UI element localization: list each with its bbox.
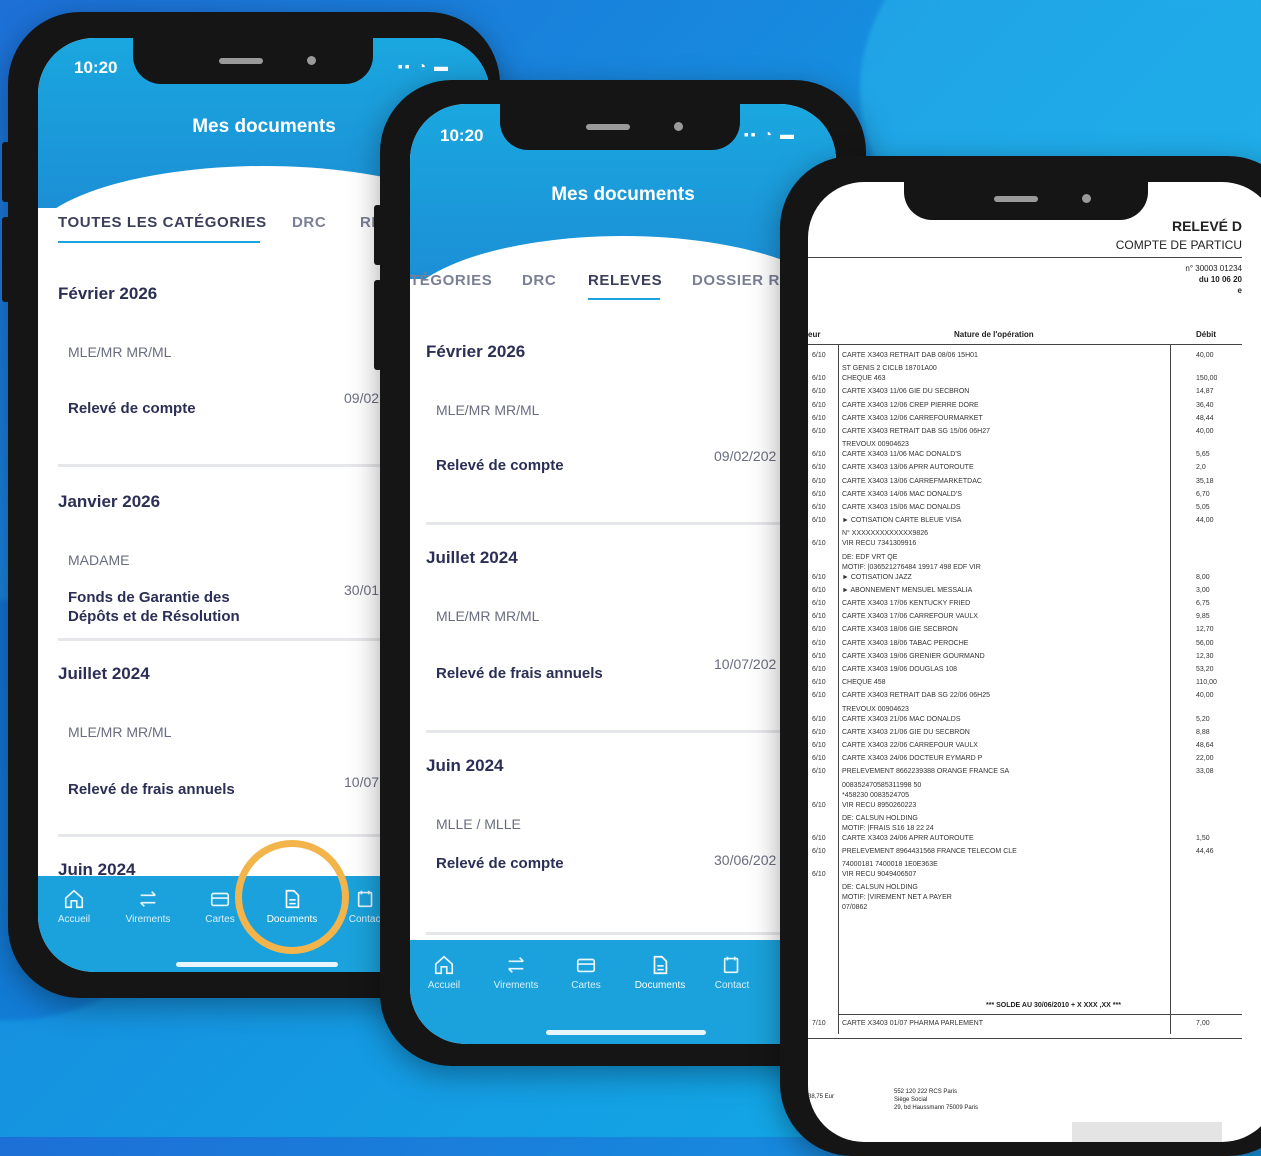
header-rule [808,257,1242,258]
month-heading: Février 2026 [426,342,526,361]
column-nature: Nature de l'opération [954,330,1034,339]
tab-dossier[interactable]: DOSSIER R [692,272,780,289]
divider [426,730,836,733]
phone-notch [500,104,740,150]
month-heading: Juin 2024 [426,756,504,775]
table-rule [808,1038,1242,1039]
nav-contact[interactable]: Contact [710,954,754,991]
statement-period-tail: e [1237,286,1242,295]
status-time: 10:20 [74,58,118,77]
nav-virements[interactable]: Virements [118,888,178,925]
nav-cartes[interactable]: Cartes [564,954,608,991]
document-date: 30/06/202 [714,852,777,868]
page-title: Mes documents [551,184,695,205]
table-rule [808,344,1242,345]
nav-label: Cartes [205,914,235,925]
contact-icon [357,890,373,908]
document-title[interactable]: Relevé de compte [68,399,308,418]
nav-label: Virements [125,914,171,925]
nav-label: Accueil [57,914,91,925]
document-title[interactable]: Relevé de compte [436,456,666,475]
column-date: eur [808,330,821,339]
transfer-icon [508,957,524,973]
footer-amount: 38,75 Eur [808,1094,835,1100]
nav-label: Contact [714,980,750,991]
month-heading: Juillet 2024 [58,664,150,683]
phone-side-button [374,280,382,370]
statement-subtitle: COMPTE DE PARTICU [1115,238,1242,252]
tab-all-categories[interactable]: TOUTES LES CATÉGORIES [58,214,267,231]
home-icon [64,889,84,909]
column-debit: Débit [1196,330,1216,339]
tab-active-indicator [588,298,660,300]
phone-side-button [2,217,10,302]
card-icon [210,892,230,907]
table-col-line [838,344,839,1034]
nav-documents[interactable]: Documents [628,954,692,991]
document-date: 10/07 [344,774,380,790]
document-title[interactable]: Relevé de compte [436,854,666,873]
contact-icon [723,956,739,974]
home-icon [434,955,454,975]
table-rule [838,1014,1242,1015]
document-date: 09/02/202 [714,448,777,464]
nav-accueil[interactable]: Accueil [52,888,96,925]
tab-all-categories[interactable]: TÉGORIES [410,272,492,289]
month-heading: Février 2026 [58,284,158,303]
nav-label: Cartes [571,980,601,991]
account-holder: MLE/MR MR/ML [436,402,540,418]
table-col-line [1170,344,1171,1034]
phone-side-button [374,205,382,265]
document-title[interactable]: Relevé de frais annuels [68,780,308,799]
status-icons: ▪▪ ◔ ▬ [397,58,450,74]
page-footer-box [1072,1122,1222,1142]
document-title[interactable]: Relevé de frais annuels [436,664,676,683]
bank-footer: 552 120 222 RCS Paris Siège Social 29, b… [894,1089,979,1111]
statement-document: RELEVÉ D COMPTE DE PARTICU n° 30003 0123… [808,182,1261,1142]
nav-accueil[interactable]: Accueil [422,954,466,991]
nav-label: Accueil [427,980,461,991]
statement-period: du 10 06 20 [1198,275,1242,284]
account-holder: MLLE / MLLE [436,816,521,832]
transfer-icon [140,891,156,907]
document-date: 10/07/202 [714,656,777,672]
phone-notch [133,38,373,84]
document-date: 09/02 [344,390,380,406]
tab-drc[interactable]: DRC [522,272,556,289]
tab-releves[interactable]: RELEVES [588,272,662,289]
month-heading: Juillet 2024 [426,548,518,567]
nav-virements[interactable]: Virements [486,954,546,991]
tab-drc[interactable]: DRC [292,214,326,231]
tab-active-indicator [58,241,260,243]
status-time: 10:20 [440,126,484,145]
nav-label: Documents [634,980,686,991]
nav-label: Virements [493,980,539,991]
account-number: n° 30003 01234 [1185,264,1242,273]
phone-statement-view: RELEVÉ D COMPTE DE PARTICU n° 30003 0123… [780,156,1261,1156]
documents-highlight-circle [235,840,349,954]
bottom-nav: Accueil Virements Cartes Documents Conta… [410,940,836,1044]
document-date: 30/01 [344,582,380,598]
divider [426,932,836,935]
home-indicator [546,1030,706,1035]
statement-title: RELEVÉ D [1171,218,1242,234]
account-holder: MLE/MR MR/ML [68,344,172,360]
status-icons: ▪▪ ◔ ▬ [743,126,796,142]
nav-label: Contact [348,914,384,925]
balance-line: *** SOLDE AU 30/06/2010 + X XXX ,XX *** [986,1002,1121,1009]
document-icon [653,955,668,975]
document-title[interactable]: Fonds de Garantie des Dépôts et de Résol… [68,588,278,626]
phone-side-button [2,142,10,202]
card-icon [576,958,596,973]
divider [426,522,836,525]
account-holder: MLE/MR MR/ML [436,608,540,624]
month-heading: Janvier 2026 [58,492,161,511]
home-indicator [176,962,338,967]
account-holder: MADAME [68,552,130,568]
account-holder: MLE/MR MR/ML [68,724,172,740]
